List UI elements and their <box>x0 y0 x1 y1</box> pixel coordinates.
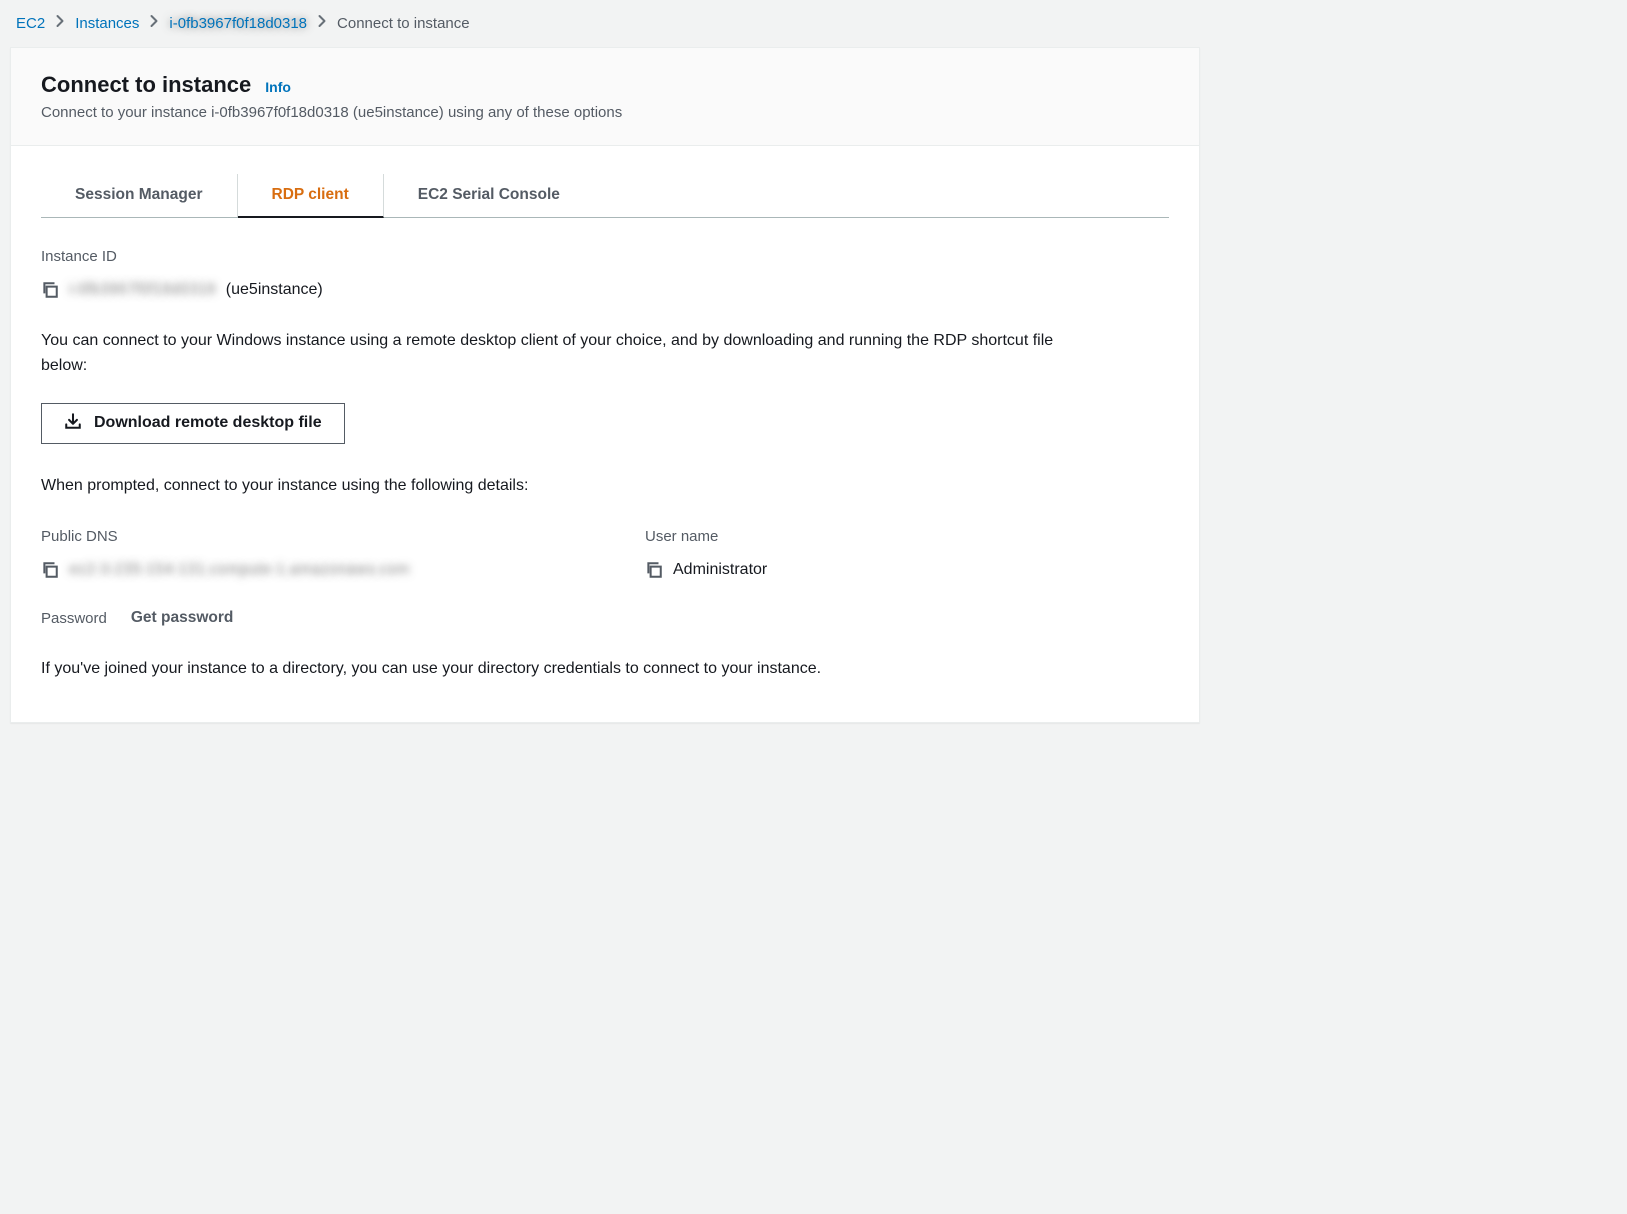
instance-id-label: Instance ID <box>41 248 1169 265</box>
breadcrumb: EC2 Instances i-0fb3967f0f18d0318 Connec… <box>0 0 1627 47</box>
tab-rdp-client[interactable]: RDP client <box>238 174 384 218</box>
chevron-right-icon <box>55 14 65 33</box>
breadcrumb-current: Connect to instance <box>337 15 470 32</box>
panel-header: Connect to instance Info Connect to your… <box>11 48 1199 146</box>
copy-icon[interactable] <box>41 561 59 579</box>
rdp-explanation-2: When prompted, connect to your instance … <box>41 474 1101 499</box>
chevron-right-icon <box>149 14 159 33</box>
rdp-explanation-1: You can connect to your Windows instance… <box>41 329 1101 379</box>
tab-bar: Session Manager RDP client EC2 Serial Co… <box>41 174 1169 218</box>
get-password-link[interactable]: Get password <box>131 609 234 627</box>
tab-session-manager[interactable]: Session Manager <box>41 174 238 217</box>
page-title: Connect to instance <box>41 72 251 98</box>
copy-icon[interactable] <box>41 281 59 299</box>
username-label: User name <box>645 528 1169 545</box>
public-dns-value: ec2-3-235-154-131.compute-1.amazonaws.co… <box>69 561 410 579</box>
breadcrumb-instances[interactable]: Instances <box>75 15 139 32</box>
instance-name-suffix: (ue5instance) <box>226 281 323 299</box>
breadcrumb-instance-id[interactable]: i-0fb3967f0f18d0318 <box>169 15 307 32</box>
chevron-right-icon <box>317 14 327 33</box>
public-dns-label: Public DNS <box>41 528 565 545</box>
panel-subtitle: Connect to your instance i-0fb3967f0f18d… <box>41 104 1169 121</box>
breadcrumb-ec2[interactable]: EC2 <box>16 15 45 32</box>
download-icon <box>64 412 82 435</box>
username-value: Administrator <box>673 561 767 579</box>
instance-id-value: i-0fb3967f0f18d0318 <box>69 281 216 299</box>
password-label: Password <box>41 610 107 627</box>
download-rdp-button[interactable]: Download remote desktop file <box>41 403 345 444</box>
copy-icon[interactable] <box>645 561 663 579</box>
download-rdp-label: Download remote desktop file <box>94 414 322 432</box>
tab-serial-console[interactable]: EC2 Serial Console <box>384 174 594 217</box>
info-link[interactable]: Info <box>265 79 291 95</box>
connect-panel: Connect to instance Info Connect to your… <box>10 47 1200 723</box>
directory-note: If you've joined your instance to a dire… <box>41 657 1101 682</box>
